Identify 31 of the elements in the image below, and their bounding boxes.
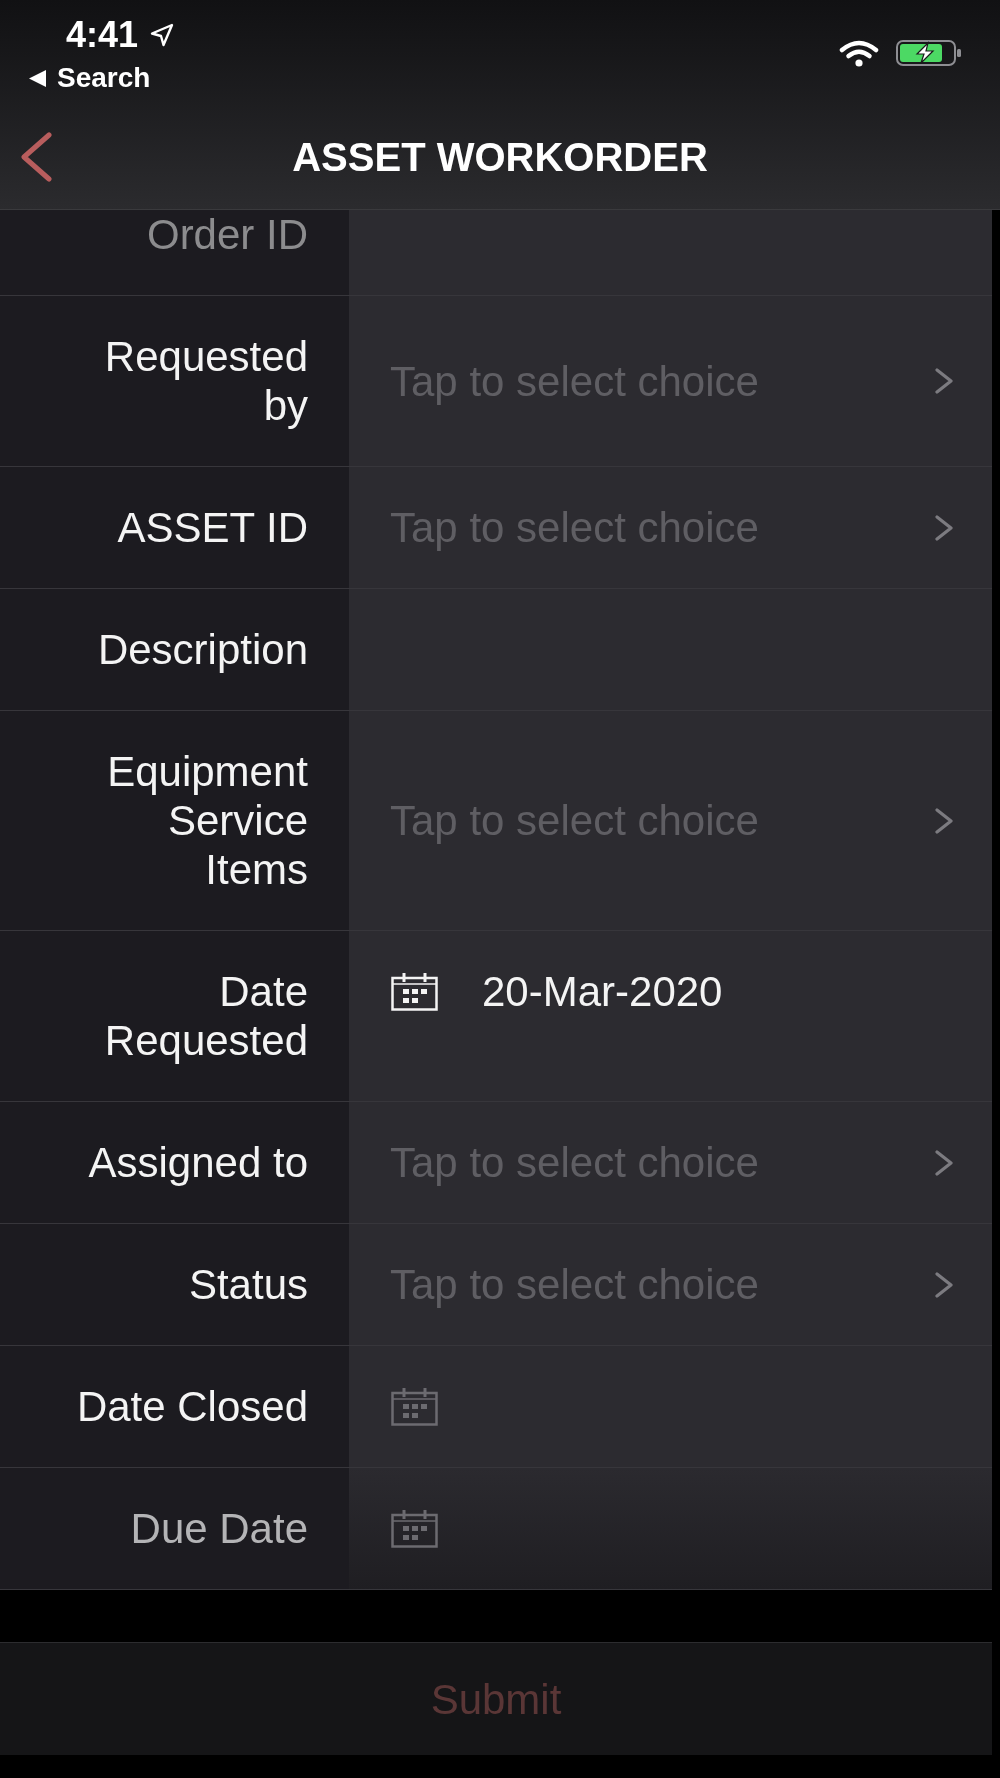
calendar-icon — [391, 972, 438, 1011]
field-label: Due Date — [130, 1504, 308, 1553]
field-label: Description — [97, 625, 308, 674]
chevron-right-icon — [934, 368, 955, 394]
field-label: Status — [188, 1260, 308, 1309]
calendar-icon — [391, 1387, 438, 1426]
date-field[interactable] — [349, 1346, 992, 1467]
screen-title: ASSET WORKORDER — [292, 134, 708, 181]
chevron-left-icon — [19, 132, 53, 182]
field-label: Requested by — [103, 332, 308, 430]
text-field[interactable] — [349, 589, 992, 710]
location-arrow-icon — [150, 23, 175, 47]
field-label: Equipment Service Items — [106, 747, 308, 894]
chevron-right-icon — [934, 1149, 955, 1176]
chevron-right-icon — [934, 1271, 955, 1298]
chevron-right-icon — [934, 807, 955, 834]
date-field[interactable]: 20-Mar-2020 — [349, 931, 992, 1101]
chevron-right-icon — [934, 514, 955, 541]
date-field[interactable] — [349, 1468, 992, 1589]
triangle-left-icon — [28, 68, 47, 88]
text-field[interactable] — [349, 210, 992, 295]
field-label: Assigned to — [88, 1138, 308, 1187]
wifi-icon — [839, 40, 879, 67]
battery-charging-icon — [896, 40, 962, 66]
field-label: Date Requested — [103, 967, 308, 1065]
calendar-icon — [391, 1509, 438, 1548]
status-time: 4:41 — [66, 15, 139, 55]
field-label: Date Closed — [76, 1382, 308, 1431]
field-label: Order ID — [146, 210, 308, 259]
field-label: ASSET ID — [117, 503, 308, 552]
back-to-search-link[interactable]: Search — [28, 62, 175, 94]
